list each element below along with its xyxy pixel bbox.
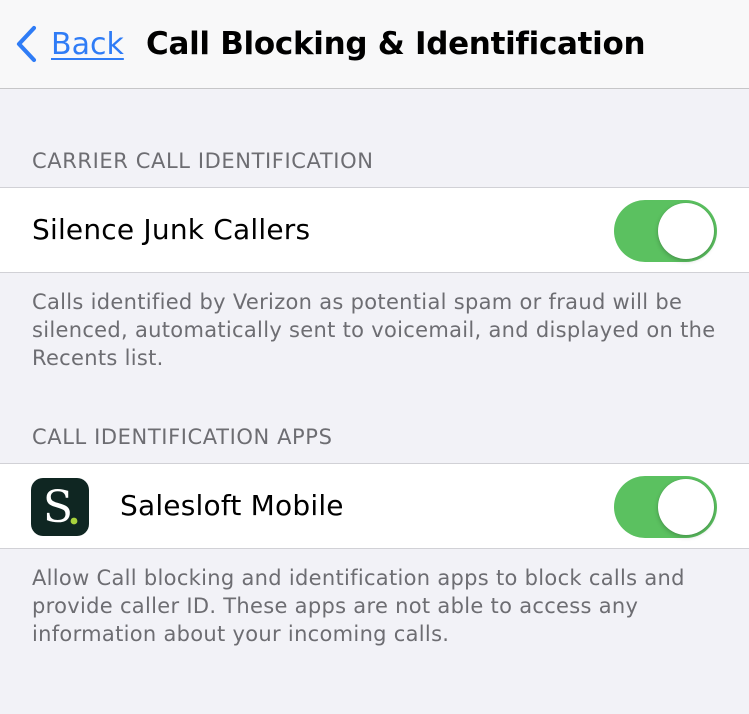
section-header-apps: CALL IDENTIFICATION APPS bbox=[32, 425, 333, 449]
section-header-carrier: CARRIER CALL IDENTIFICATION bbox=[32, 149, 374, 173]
toggle-knob bbox=[658, 203, 714, 259]
page-title: Call Blocking & Identification bbox=[146, 26, 646, 62]
silence-junk-callers-toggle[interactable] bbox=[614, 200, 717, 262]
silence-junk-callers-label: Silence Junk Callers bbox=[32, 213, 311, 246]
carrier-section-footer: Calls identified by Verizon as potential… bbox=[32, 290, 716, 370]
salesloft-mobile-row: S Salesloft Mobile bbox=[0, 463, 749, 549]
back-label[interactable]: Back bbox=[51, 27, 124, 62]
navigation-bar: Back Call Blocking & Identification bbox=[0, 0, 749, 89]
salesloft-mobile-label: Salesloft Mobile bbox=[120, 489, 344, 522]
apps-section-footer: Allow Call blocking and identification a… bbox=[32, 566, 685, 646]
toggle-knob bbox=[658, 479, 714, 535]
silence-junk-callers-row: Silence Junk Callers bbox=[0, 187, 749, 273]
back-button[interactable]: Back bbox=[14, 22, 124, 66]
salesloft-mobile-toggle[interactable] bbox=[614, 476, 717, 538]
chevron-left-icon bbox=[16, 25, 37, 63]
app-icon-letter: S bbox=[43, 482, 73, 533]
salesloft-app-icon: S bbox=[31, 478, 89, 536]
